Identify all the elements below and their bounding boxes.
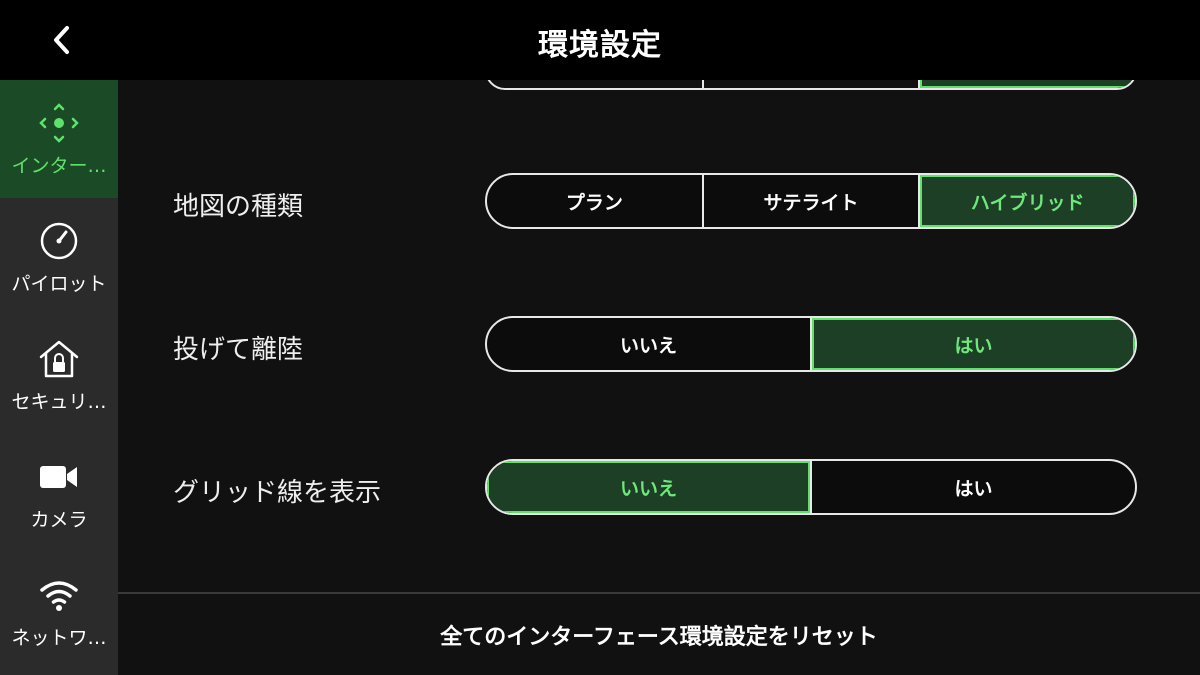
map-type-segmented-control: プラン サテライト ハイブリッド	[485, 173, 1137, 229]
sidebar-item-label: パイロット	[11, 272, 107, 295]
video-camera-icon	[37, 455, 81, 499]
segment-option[interactable]	[701, 80, 919, 88]
map-type-option-plan[interactable]: プラン	[487, 175, 702, 227]
sidebar-item-camera[interactable]: カメラ	[0, 434, 118, 552]
sidebar-item-label: インター…	[11, 154, 107, 177]
map-type-option-hybrid[interactable]: ハイブリッド	[918, 175, 1135, 227]
show-grid-option-yes[interactable]: はい	[810, 461, 1135, 513]
reset-preferences-label: 全てのインターフェース環境設定をリセット	[440, 624, 878, 650]
partial-segmented-control[interactable]	[485, 80, 1137, 90]
sidebar-item-network[interactable]: ネットワ…	[0, 552, 118, 670]
sidebar-item-pilot[interactable]: パイロット	[0, 198, 118, 316]
home-lock-icon	[37, 337, 81, 381]
reset-preferences-button[interactable]: 全てのインターフェース環境設定をリセット	[118, 592, 1200, 675]
segment-option[interactable]	[487, 80, 702, 88]
move-arrows-icon	[37, 101, 81, 145]
sidebar-item-label: カメラ	[30, 508, 88, 531]
throw-takeoff-segmented-control: いいえ はい	[485, 316, 1137, 372]
sidebar: インター… パイロット セキュリ… カメラ ネットワ…	[0, 80, 118, 675]
wifi-icon	[37, 573, 81, 617]
sidebar-item-label: セキュリ…	[11, 390, 107, 413]
settings-panel[interactable]: 地図の種類 プラン サテライト ハイブリッド 投げて離陸 いいえ はい グリッド…	[118, 80, 1200, 592]
throw-takeoff-option-no[interactable]: いいえ	[487, 318, 810, 370]
map-type-label: 地図の種類	[173, 192, 304, 222]
sidebar-item-interface[interactable]: インター…	[0, 80, 118, 198]
sidebar-item-label: ネットワ…	[11, 626, 107, 649]
map-type-option-satellite[interactable]: サテライト	[701, 175, 919, 227]
page-title: 環境設定	[538, 28, 662, 63]
show-grid-label: グリッド線を表示	[173, 478, 382, 508]
gauge-icon	[37, 219, 81, 263]
show-grid-option-no[interactable]: いいえ	[487, 461, 810, 513]
header-bar: 環境設定	[0, 0, 1200, 80]
throw-takeoff-option-yes[interactable]: はい	[810, 318, 1135, 370]
segment-option-selected[interactable]	[918, 80, 1135, 88]
show-grid-segmented-control: いいえ はい	[485, 459, 1137, 515]
throw-takeoff-label: 投げて離陸	[173, 335, 304, 365]
sidebar-item-security[interactable]: セキュリ…	[0, 316, 118, 434]
